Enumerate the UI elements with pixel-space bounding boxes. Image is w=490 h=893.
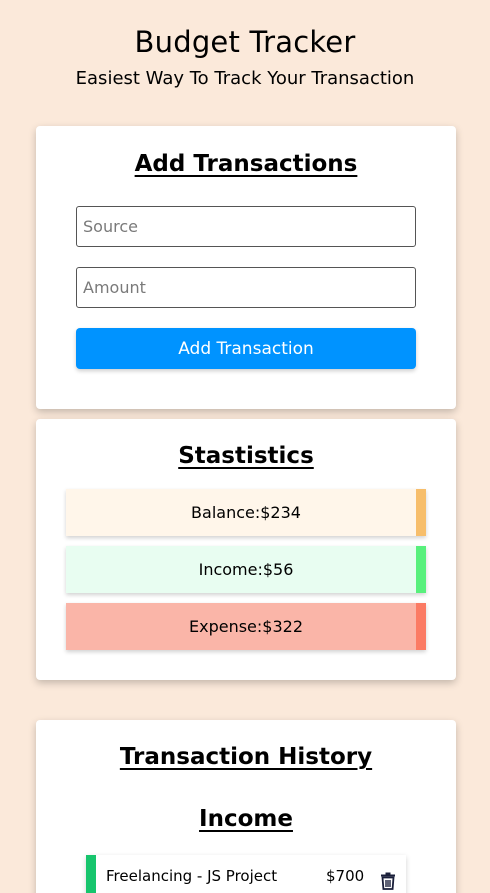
statistics-card: Stastistics Balance:$234 Income:$56 Expe…	[36, 419, 456, 680]
balance-accent-bar	[416, 489, 426, 536]
app-subtitle: Easiest Way To Track Your Transaction	[75, 68, 415, 89]
balance-stat: Balance:$234	[66, 489, 426, 536]
add-transactions-heading: Add Transactions	[134, 151, 358, 177]
add-transaction-button[interactable]: Add Transaction	[76, 328, 416, 369]
expense-value: Expense:$322	[188, 617, 303, 636]
transaction-row: Freelancing - JS Project $700	[86, 855, 406, 893]
app-title: Budget Tracker	[134, 25, 356, 59]
income-value: Income:$56	[198, 560, 294, 579]
income-section-heading: Income	[199, 806, 293, 832]
income-accent-bar	[416, 546, 426, 593]
transaction-source: Freelancing - JS Project	[106, 867, 278, 885]
trash-icon[interactable]	[380, 872, 396, 890]
transaction-history-card: Transaction History Income Freelancing -…	[36, 720, 456, 893]
amount-input[interactable]	[76, 267, 416, 308]
expense-stat: Expense:$322	[66, 603, 426, 650]
transaction-history-heading: Transaction History	[119, 744, 373, 770]
statistics-heading: Stastistics	[178, 443, 314, 469]
expense-accent-bar	[416, 603, 426, 650]
income-indicator	[86, 855, 96, 893]
income-stat: Income:$56	[66, 546, 426, 593]
transaction-amount: $700	[326, 867, 365, 885]
balance-value: Balance:$234	[191, 503, 301, 522]
app-header: Budget Tracker Easiest Way To Track Your…	[0, 22, 490, 98]
source-input[interactable]	[76, 206, 416, 247]
add-transaction-card: Add Transactions Add Transaction	[36, 126, 456, 409]
